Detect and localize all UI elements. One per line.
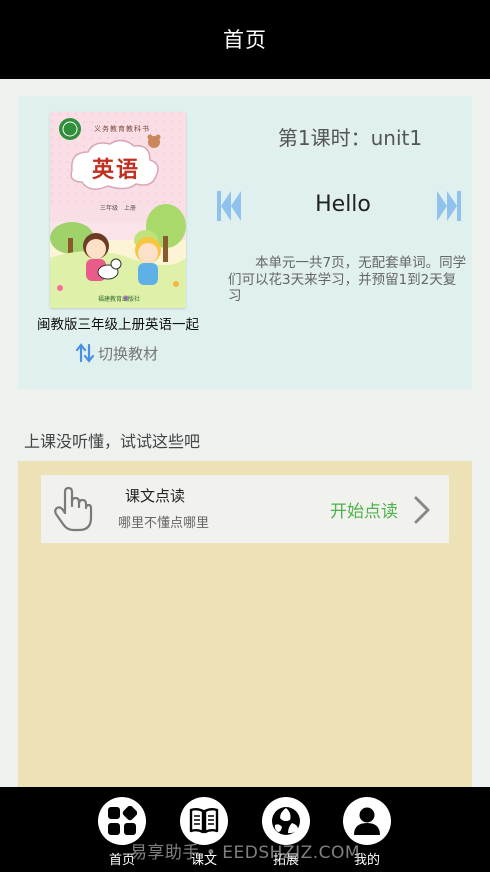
- top-bar: 首页: [0, 0, 490, 79]
- tab-me[interactable]: 我的: [335, 797, 399, 871]
- tab-me-icon-circle: [343, 797, 391, 845]
- tab-home-icon-circle: [98, 797, 146, 845]
- page-title: 首页: [223, 27, 267, 52]
- practice-heading: 上课没听懂，试试这些吧: [24, 432, 201, 451]
- chevron-right-icon: [414, 496, 430, 524]
- skip-back-icon: [217, 191, 241, 221]
- lesson-title: 第1课时：unit1: [277, 126, 423, 150]
- book-cover-image[interactable]: 义务教育教科书 英语 三年级 上册 福建教育出版社: [50, 112, 186, 308]
- person-icon: [354, 807, 380, 835]
- ball-icon: [272, 807, 300, 835]
- book-cover-title: 英语: [92, 158, 141, 183]
- swap-icon: [76, 343, 94, 363]
- unit-description: 本单元一共7页，无配套单词。同学们可以花3天来学习，并预留1到2天复习: [228, 255, 467, 304]
- book-cover-term: 上册: [124, 205, 137, 212]
- tab-explore[interactable]: 拓展: [254, 797, 318, 871]
- book-icon: [189, 808, 219, 834]
- tab-me-label: 我的: [353, 853, 380, 868]
- book-cover-publisher: 福建教育出版社: [98, 296, 141, 303]
- book-cover-grade: 三年级: [100, 205, 119, 212]
- switch-textbook-label: 切换教材: [98, 344, 159, 363]
- book-name: 闽教版三年级上册英语一起: [37, 317, 199, 333]
- bottom-tab-bar: 首页 课文 拓展 我的: [0, 787, 490, 872]
- tab-text-label: 课文: [190, 853, 217, 868]
- tab-text[interactable]: 课文: [172, 797, 236, 871]
- grid-icon: [108, 806, 137, 835]
- start-reading-button[interactable]: 开始点读: [330, 497, 398, 522]
- practice-panel: 课文点读 哪里不懂点哪里 开始点读: [18, 461, 472, 787]
- next-unit-button[interactable]: [436, 190, 462, 222]
- textbook-panel: 义务教育教科书 英语 三年级 上册 福建教育出版社 闽教版三年级上册英语一起 切…: [18, 96, 472, 389]
- tab-explore-icon-circle: [262, 797, 310, 845]
- text-reading-subtitle: 哪里不懂点哪里: [118, 516, 210, 531]
- tab-home-label: 首页: [108, 853, 135, 868]
- tap-hand-icon: [54, 486, 93, 532]
- book-cover-series: 义务教育教科书: [94, 125, 150, 133]
- switch-textbook-button[interactable]: 切换教材: [76, 341, 158, 365]
- tab-home[interactable]: 首页: [90, 797, 154, 871]
- tab-explore-label: 拓展: [272, 853, 299, 868]
- tab-text-icon-circle: [180, 797, 228, 845]
- skip-forward-icon: [437, 191, 461, 221]
- text-reading-title: 课文点读: [125, 487, 186, 505]
- text-reading-card[interactable]: 课文点读 哪里不懂点哪里 开始点读: [41, 475, 449, 543]
- previous-unit-button[interactable]: [216, 190, 242, 222]
- unit-word: Hello: [315, 192, 371, 217]
